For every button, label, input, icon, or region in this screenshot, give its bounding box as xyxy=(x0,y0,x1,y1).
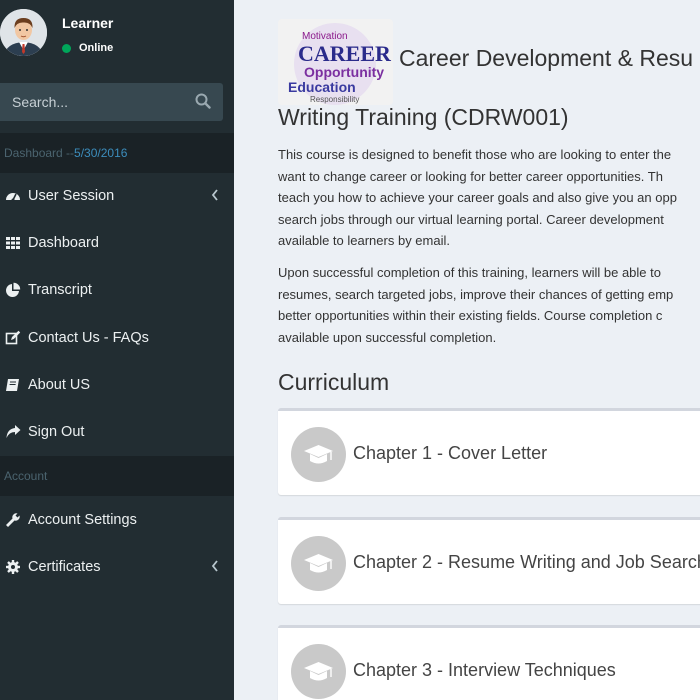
dashboard-header-prefix: Dashboard -- xyxy=(4,146,75,160)
sidebar-item-label: Transcript xyxy=(28,282,92,298)
online-status-icon xyxy=(62,43,71,53)
account-section-header: Account xyxy=(0,456,234,496)
sidebar-item-label: User Session xyxy=(28,188,115,204)
edit-icon xyxy=(5,330,21,346)
pie-chart-icon xyxy=(5,282,21,298)
chapter-title: Chapter 2 - Resume Writing and Job Searc… xyxy=(353,552,700,572)
course-outcomes: Upon successful completion of this train… xyxy=(278,262,700,348)
grid-icon xyxy=(5,235,21,251)
dashboard-gauge-icon xyxy=(5,188,21,204)
image-word: Education xyxy=(288,79,356,95)
user-panel: Learner Online xyxy=(0,0,234,74)
chevron-left-icon xyxy=(211,189,219,201)
sidebar-item-certificates[interactable]: Certificates xyxy=(0,544,234,590)
user-status-label: Online xyxy=(79,42,114,54)
user-status: Online xyxy=(62,42,113,54)
book-icon xyxy=(5,377,21,393)
curriculum-heading: Curriculum xyxy=(278,369,390,395)
sidebar: Learner Online Dashboard -- 5/30/2016 Us… xyxy=(0,0,234,700)
outcomes-line: Upon successful completion of this train… xyxy=(278,265,661,280)
sidebar-item-sign-out[interactable]: Sign Out xyxy=(0,409,234,455)
graduation-cap-icon xyxy=(291,536,346,591)
dashboard-date-header: Dashboard -- 5/30/2016 xyxy=(0,133,234,173)
graduation-cap-icon xyxy=(291,644,346,699)
image-word: CAREER xyxy=(298,41,392,66)
chapter-title: Chapter 3 - Interview Techniques xyxy=(353,660,616,680)
course-description: This course is designed to benefit those… xyxy=(278,144,700,252)
search-input[interactable] xyxy=(0,94,180,110)
description-line: search jobs through our virtual learning… xyxy=(278,211,664,227)
outcomes-line: resumes, search targeted jobs, improve t… xyxy=(278,286,674,302)
wrench-icon xyxy=(5,512,21,528)
sidebar-item-label: Contact Us - FAQs xyxy=(28,330,149,346)
sidebar-search xyxy=(0,83,223,121)
sidebar-item-user-session[interactable]: User Session xyxy=(0,173,234,219)
sidebar-item-label: Certificates xyxy=(28,559,101,575)
outcomes-line: available upon successful completion. xyxy=(278,329,497,345)
sidebar-item-label: Sign Out xyxy=(28,424,85,440)
user-name: Learner xyxy=(62,15,114,31)
chapter-card-1[interactable]: Chapter 1 - Cover Letter xyxy=(278,408,700,495)
course-title: Career Development & Resu xyxy=(399,45,694,71)
course-image: Motivation CAREER Opportunity Education … xyxy=(278,19,393,105)
image-word: Opportunity xyxy=(304,64,384,80)
chapter-card-2[interactable]: Chapter 2 - Resume Writing and Job Searc… xyxy=(278,517,700,604)
sidebar-item-contact-faqs[interactable]: Contact Us - FAQs xyxy=(0,315,234,361)
chapter-card-3[interactable]: Chapter 3 - Interview Techniques xyxy=(278,625,700,700)
description-line: available to learners by email. xyxy=(278,233,450,248)
description-line: teach you how to achieve your career goa… xyxy=(278,190,677,205)
main-content: Motivation CAREER Opportunity Education … xyxy=(234,0,700,700)
course-title-continued: Writing Training (CDRW001) xyxy=(278,104,569,130)
sidebar-item-transcript[interactable]: Transcript xyxy=(0,267,234,313)
sidebar-item-about-us[interactable]: About US xyxy=(0,362,234,408)
image-word: Responsibility xyxy=(310,95,359,104)
search-icon[interactable] xyxy=(195,93,211,109)
sidebar-item-label: About US xyxy=(28,377,91,393)
gear-icon xyxy=(5,559,21,575)
avatar xyxy=(0,9,47,56)
description-line: want to change career or looking for bet… xyxy=(278,168,663,184)
chapter-title: Chapter 1 - Cover Letter xyxy=(353,443,548,463)
sidebar-item-label: Account Settings xyxy=(28,512,137,528)
chevron-left-icon xyxy=(211,560,219,572)
sidebar-item-dashboard[interactable]: Dashboard xyxy=(0,220,234,266)
sidebar-item-label: Dashboard xyxy=(28,235,99,251)
graduation-cap-icon xyxy=(291,427,346,482)
dashboard-header-date: 5/30/2016 xyxy=(74,146,128,160)
description-line: This course is designed to benefit those… xyxy=(278,147,672,162)
outcomes-line: better opportunities within their existi… xyxy=(278,308,663,323)
share-icon xyxy=(5,424,21,440)
sidebar-item-account-settings[interactable]: Account Settings xyxy=(0,497,234,543)
